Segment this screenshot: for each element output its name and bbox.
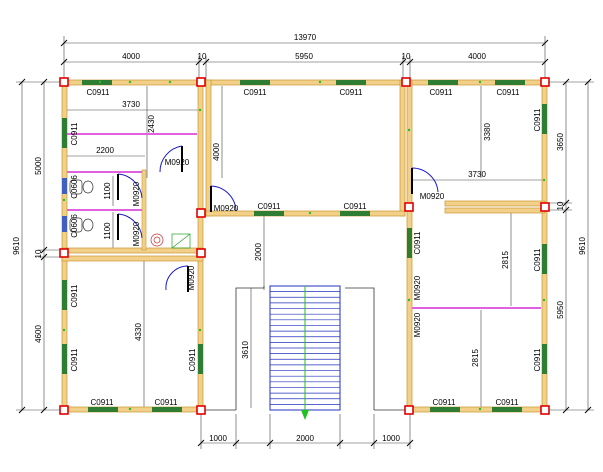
- small-window-label: C0606: [70, 175, 79, 199]
- window-label: C0911: [258, 202, 282, 211]
- door-label: M0920: [420, 192, 445, 201]
- door-label: M0920: [413, 312, 422, 337]
- dim-4330: 4330: [134, 323, 143, 341]
- dim-bottom-1: 1000: [209, 434, 227, 443]
- small-window-label: C0606: [70, 214, 79, 238]
- window-label: C0911: [413, 231, 422, 255]
- dim-bottom-2: 2000: [296, 434, 314, 443]
- dim-top-1: 4000: [122, 52, 140, 61]
- dim-right-height: 9610: [578, 237, 587, 255]
- window-label: C0911: [340, 88, 364, 97]
- dim-top-4: 10: [402, 52, 411, 61]
- dim-2815-a: 2815: [501, 251, 510, 269]
- dim-1100-a: 1100: [103, 182, 112, 200]
- dim-top-5: 4000: [468, 52, 486, 61]
- dim-1100-b: 1100: [103, 222, 112, 240]
- window-label: C0911: [433, 398, 457, 407]
- dim-bottom-3: 1000: [382, 434, 400, 443]
- floor-plan: 13970 4000 10 5950 10 4000 9610 5000 10 …: [12, 33, 594, 449]
- door-label: M0920: [187, 265, 196, 290]
- window-label: C0911: [188, 348, 197, 372]
- dim-left-seg-1: 5000: [34, 157, 43, 175]
- dim-left-seg-2: 10: [34, 249, 43, 258]
- dim-2000: 2000: [254, 243, 263, 261]
- staircase: [201, 285, 410, 420]
- window-label: C0911: [87, 88, 111, 97]
- dim-right-seg-3: 5950: [556, 301, 565, 319]
- door-label: M0920: [413, 275, 422, 300]
- dim-4000: 4000: [212, 143, 221, 161]
- doors: [117, 145, 439, 292]
- dim-3730-left: 3730: [122, 100, 140, 109]
- dim-left-seg-3: 4600: [34, 325, 43, 343]
- dim-top-2: 10: [198, 52, 207, 61]
- door-label: M0920: [132, 181, 141, 206]
- dim-3610: 3610: [241, 341, 250, 359]
- bathroom-fixtures: [69, 179, 191, 249]
- window-label: C0911: [533, 248, 542, 272]
- window-label: C0911: [70, 122, 79, 146]
- window-label: C0911: [70, 284, 79, 308]
- inner-walls: [141, 169, 147, 251]
- door-label: M0920: [132, 221, 141, 246]
- door-label: M0920: [165, 158, 190, 167]
- window-label: C0911: [155, 398, 179, 407]
- dim-right-seg-1: 3650: [556, 133, 565, 151]
- window-label: C0911: [533, 348, 542, 372]
- dim-top-3: 5950: [295, 52, 313, 61]
- window-label: C0911: [244, 88, 268, 97]
- window-label: C0911: [344, 202, 368, 211]
- stair-arrowhead: [301, 410, 309, 420]
- dim-overall-width: 13970: [294, 33, 317, 42]
- window-label: C0911: [497, 88, 521, 97]
- window-label: C0911: [91, 398, 115, 407]
- window-label: C0911: [70, 348, 79, 372]
- dim-right-seg-2: 10: [556, 201, 565, 210]
- door-label: M0920: [214, 204, 239, 213]
- partitions: [67, 133, 541, 309]
- dim-left-height: 9610: [12, 237, 21, 255]
- dim-2200: 2200: [96, 146, 114, 155]
- window-label: C0911: [496, 398, 520, 407]
- dim-2815-b: 2815: [471, 349, 480, 367]
- dim-2430: 2430: [147, 115, 156, 133]
- dim-3380: 3380: [483, 123, 492, 141]
- window-label: C0911: [533, 108, 542, 132]
- dim-3730-right: 3730: [468, 170, 486, 179]
- window-label: C0911: [430, 88, 454, 97]
